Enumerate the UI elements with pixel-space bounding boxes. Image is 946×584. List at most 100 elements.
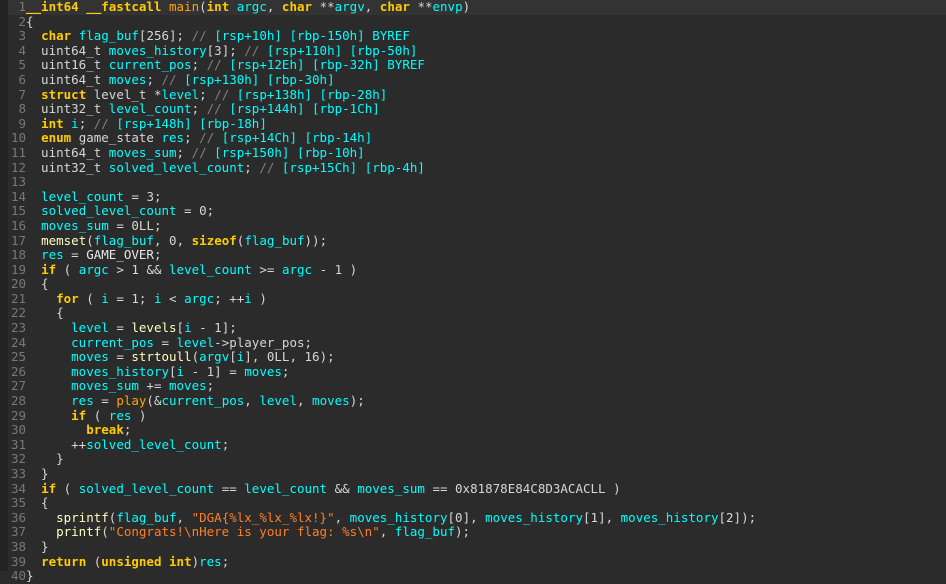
token-var[interactable]: argv [199,349,229,364]
code-text[interactable]: uint32_t level_count; // [rsp+144h] [rbp… [26,101,380,116]
token-var[interactable]: moves [109,72,147,87]
code-text[interactable]: } [26,466,49,481]
token-var[interactable]: solved_level_count [41,203,176,219]
code-line[interactable]: 23 level = levels[i - 1]; [0,320,946,336]
token-var[interactable]: res [71,393,94,408]
token-var[interactable]: level_count [41,189,124,204]
code-text[interactable]: uint64_t moves_history[3]; // [rsp+110h]… [26,43,417,58]
code-text[interactable]: break; [26,422,131,437]
code-text[interactable]: printf("Congrats!\nHere is your flag: %s… [26,524,470,540]
code-line[interactable]: 38 } [0,539,946,555]
code-text[interactable]: level_count = 3; [26,189,161,204]
code-line[interactable]: 24 current_pos = level->player_pos; [0,335,946,351]
code-text[interactable]: moves_history[i - 1] = moves; [26,364,289,379]
token-var[interactable]: level_count [244,481,327,496]
code-line[interactable]: 31 ++solved_level_count; [0,437,946,453]
code-text[interactable]: level = levels[i - 1]; [26,320,237,335]
token-var[interactable]: moves_sum [357,481,425,496]
token-var[interactable]: moves_history [485,510,583,525]
token-gvar[interactable]: levels [131,320,176,335]
code-text[interactable]: moves_sum += moves; [26,378,214,394]
code-text[interactable]: { [26,14,34,29]
code-line[interactable]: 26 moves_history[i - 1] = moves; [0,364,946,380]
code-line[interactable]: 35 { [0,495,946,511]
code-text[interactable]: current_pos = level->player_pos; [26,335,312,350]
token-var[interactable]: current_pos [109,57,192,73]
code-text[interactable]: for ( i = 1; i < argc; ++i ) [26,291,267,306]
code-text[interactable]: if ( argc > 1 && level_count >= argc - 1… [26,262,357,277]
token-var[interactable]: level [161,87,199,102]
token-var[interactable]: solved_level_count [109,160,244,175]
code-line[interactable]: 22 { [0,306,946,321]
code-line[interactable]: 16 moves_sum = 0LL; [0,218,946,234]
code-text[interactable]: moves_sum = 0LL; [26,218,161,233]
token-var[interactable]: flag_buf [94,233,154,248]
code-line[interactable]: 8 uint32_t level_count; // [rsp+144h] [r… [0,101,946,117]
code-text[interactable]: } [26,568,34,583]
token-var[interactable]: moves_sum [71,378,139,394]
code-line[interactable]: 15 solved_level_count = 0; [0,204,946,219]
code-line[interactable]: 18 res = GAME_OVER; [0,247,946,263]
token-var[interactable]: current_pos [161,393,244,408]
code-line[interactable]: 13 [0,175,946,190]
token-ufunc[interactable]: play [116,393,146,408]
token-var[interactable]: i [71,116,79,131]
token-var[interactable]: moves [312,393,350,408]
code-line[interactable]: 37 printf("Congrats!\nHere is your flag:… [0,525,946,540]
token-var[interactable]: moves_sum [41,218,109,233]
code-line[interactable]: 9 int i; // [rsp+148h] [rbp-18h] [0,116,946,132]
token-var[interactable]: argc [237,0,267,14]
token-var[interactable]: level [259,393,297,408]
code-line[interactable]: 1__int64 __fastcall main(int argc, char … [0,0,946,15]
token-var[interactable]: moves [71,349,109,364]
token-var[interactable]: i [184,320,192,335]
code-text[interactable]: struct level_t *level; // [rsp+138h] [rb… [26,87,387,102]
code-line[interactable]: 27 moves_sum += moves; [0,379,946,394]
token-var[interactable]: res [199,554,222,569]
token-var[interactable]: flag_buf [116,510,176,525]
code-line[interactable]: 40} [0,568,946,584]
token-var[interactable]: flag_buf [395,524,455,540]
token-func[interactable]: sprintf [56,510,109,525]
code-text[interactable]: { [26,276,49,291]
code-line[interactable]: 28 res = play(&current_pos, level, moves… [0,393,946,409]
code-text[interactable] [26,174,34,189]
token-var[interactable]: flag_buf [79,28,139,43]
token-var[interactable]: current_pos [71,335,154,350]
token-var[interactable]: level [71,320,109,335]
code-line[interactable]: 7 struct level_t *level; // [rsp+138h] [… [0,87,946,103]
token-ufunc[interactable]: main [169,0,199,14]
token-var[interactable]: envp [433,0,463,14]
code-text[interactable]: int i; // [rsp+148h] [rbp-18h] [26,116,267,131]
code-line[interactable]: 11 uint64_t moves_sum; // [rsp+150h] [rb… [0,145,946,161]
token-func[interactable]: printf [56,524,101,540]
token-var[interactable]: moves_history [350,510,448,525]
code-line[interactable]: 29 if ( res ) [0,408,946,424]
code-text[interactable]: solved_level_count = 0; [26,203,214,219]
code-text[interactable]: char flag_buf[256]; // [rsp+10h] [rbp-15… [26,28,410,43]
code-line[interactable]: 14 level_count = 3; [0,189,946,205]
code-text[interactable]: if ( solved_level_count == level_count &… [26,481,621,496]
code-text[interactable]: uint16_t current_pos; // [rsp+12Eh] [rbp… [26,57,425,73]
code-line[interactable]: 19 if ( argc > 1 && level_count >= argc … [0,262,946,278]
code-text[interactable]: memset(flag_buf, 0, sizeof(flag_buf)); [26,233,327,248]
token-var[interactable]: level [177,335,215,350]
token-var[interactable]: argc [282,262,312,277]
code-text[interactable]: ++solved_level_count; [26,437,229,452]
token-var[interactable]: argv [335,0,365,14]
code-line[interactable]: 30 break; [0,422,946,438]
code-text[interactable]: } [26,539,49,554]
token-var[interactable]: res [41,247,64,262]
token-func[interactable]: strtoull [131,349,191,364]
code-text[interactable]: uint64_t moves_sum; // [rsp+150h] [rbp-1… [26,145,365,160]
token-var[interactable]: res [109,408,132,423]
code-line[interactable]: 6 uint64_t moves; // [rsp+130h] [rbp-30h… [0,72,946,88]
token-enum[interactable]: GAME_OVER [86,247,154,262]
token-var[interactable]: flag_buf [244,233,304,248]
token-var[interactable]: i [154,291,162,306]
code-listing[interactable]: 1__int64 __fastcall main(int argc, char … [0,0,946,584]
token-var[interactable]: moves_sum [109,145,177,160]
token-var[interactable]: i [177,364,185,379]
code-line[interactable]: 20 { [0,276,946,292]
token-var[interactable]: level_count [109,101,192,116]
